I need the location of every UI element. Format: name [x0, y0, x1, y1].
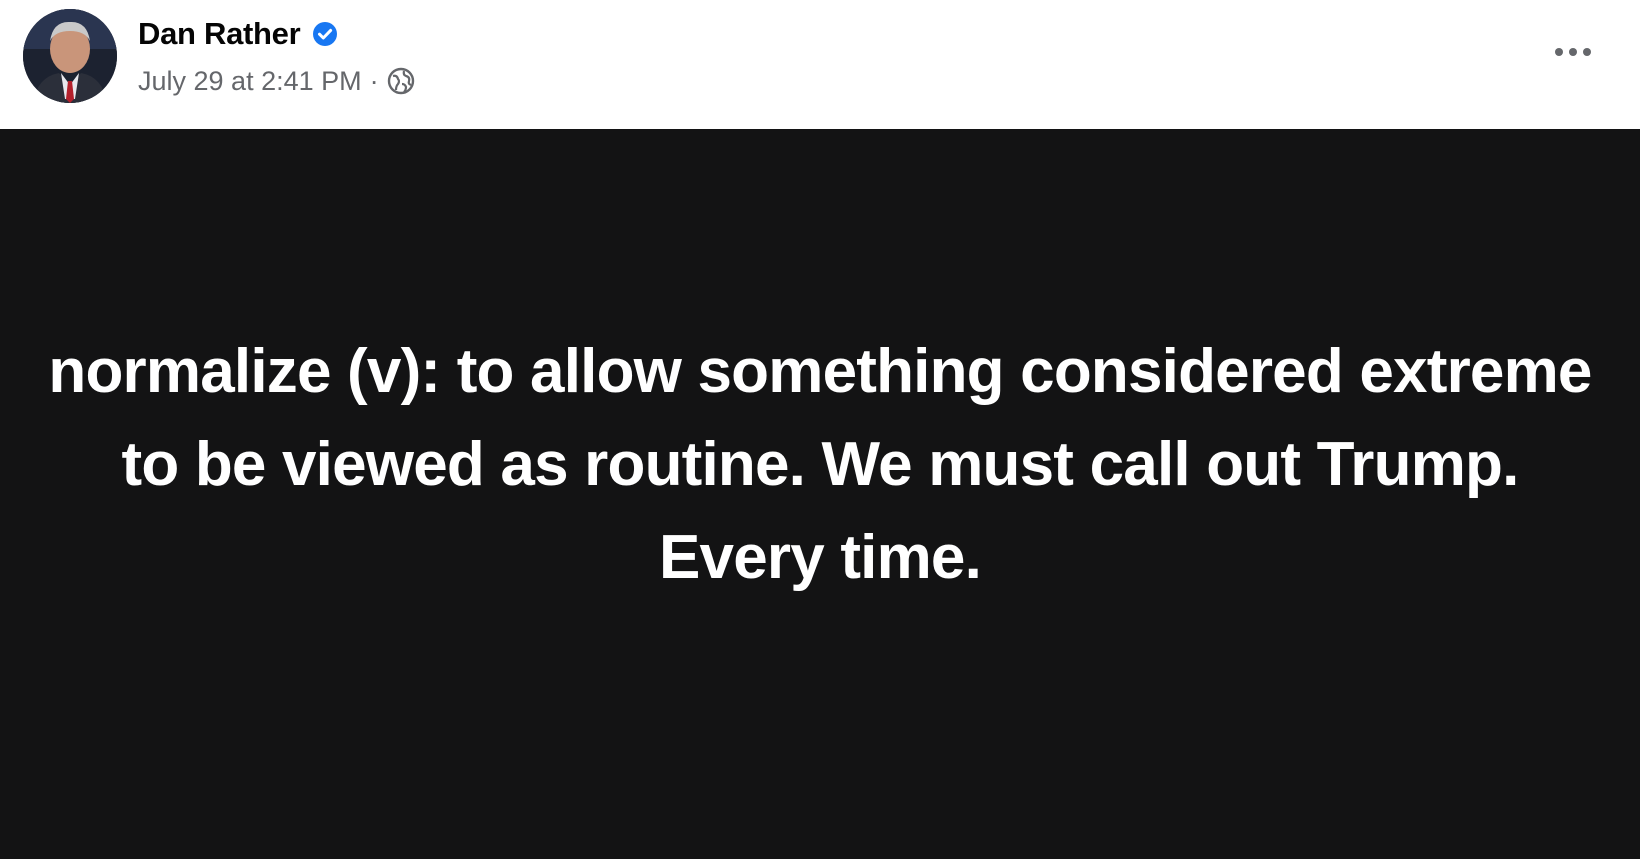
post-header: Dan Rather July 29 at 2:41 PM · — [0, 0, 1640, 129]
author-name[interactable]: Dan Rather — [138, 16, 301, 52]
post-meta: July 29 at 2:41 PM · — [138, 61, 415, 101]
globe-icon[interactable] — [387, 67, 415, 95]
facebook-post: Dan Rather July 29 at 2:41 PM · normaliz… — [0, 0, 1640, 859]
more-options-icon — [1555, 48, 1591, 56]
avatar-image — [23, 9, 117, 103]
author-row: Dan Rather — [138, 14, 338, 54]
post-text: normalize (v): to allow something consid… — [48, 337, 1592, 592]
meta-separator: · — [369, 65, 379, 96]
post-timestamp[interactable]: July 29 at 2:41 PM — [138, 66, 362, 97]
avatar[interactable] — [23, 9, 117, 103]
verified-badge-icon — [312, 21, 338, 47]
more-options-button[interactable] — [1546, 38, 1600, 66]
